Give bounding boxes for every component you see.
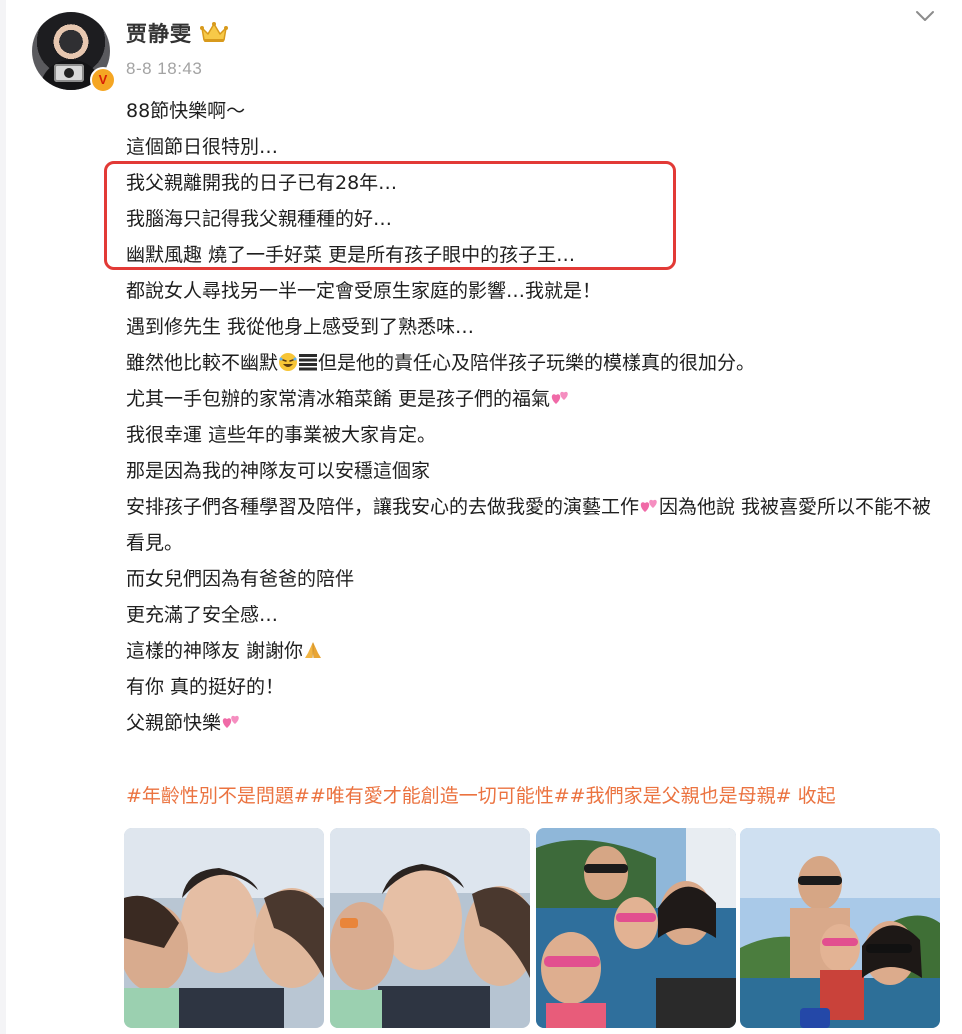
photo-3[interactable] — [536, 828, 736, 1028]
left-strip — [0, 0, 6, 1034]
post-line: 88節快樂啊～ — [126, 100, 246, 122]
post-timestamp: 8-8 18:43 — [126, 59, 203, 78]
collapse-link[interactable]: 收起 — [792, 785, 836, 807]
chevron-down-icon[interactable] — [914, 8, 936, 24]
post-line: 有你 真的挺好的！ — [126, 676, 285, 698]
photo-4[interactable] — [740, 828, 940, 1028]
verified-badge-icon: V — [90, 67, 116, 93]
post-line: 都說女人尋找另一半一定會受原生家庭的影響…我就是！ — [126, 280, 602, 302]
photo-1[interactable] — [124, 828, 324, 1028]
post-line: 更充滿了安全感… — [126, 604, 279, 626]
photo-2[interactable] — [330, 828, 530, 1028]
crown-icon[interactable] — [199, 20, 229, 44]
two-hearts-emoji — [222, 715, 239, 728]
highlight-annotation-box — [104, 161, 676, 270]
post-line: 遇到修先生 我從他身上感受到了熟悉味… — [126, 316, 475, 338]
praying-hands-emoji — [305, 642, 322, 658]
black-bars-emoji — [299, 354, 318, 371]
camera-icon — [54, 64, 84, 82]
post-line: 而女兒們因為有爸爸的陪伴 — [126, 568, 355, 590]
rofl-emoji — [279, 353, 298, 371]
hashtag-line[interactable]: #年齡性別不是問題##唯有愛才能創造一切可能性##我們家是父親也是母親# 收起 — [126, 778, 836, 814]
two-hearts-emoji — [640, 499, 657, 512]
two-hearts-emoji — [551, 391, 568, 404]
post-line: 父親節快樂 — [126, 705, 944, 741]
photo-grid — [124, 828, 940, 1028]
hashtags[interactable]: #年齡性別不是問題##唯有愛才能創造一切可能性##我們家是父親也是母親# — [126, 785, 792, 807]
post-line: 這個節日很特別… — [126, 136, 279, 158]
post-line: 尤其一手包辦的家常清冰箱菜餚 更是孩子們的福氣 — [126, 381, 944, 417]
username[interactable]: 贾静雯 — [126, 18, 192, 48]
post-line: 安排孩子們各種學習及陪伴，讓我安心的去做我愛的演藝工作 因為他說 我被喜愛所以不能… — [126, 496, 932, 554]
post-line: 這樣的神隊友 謝謝你 — [126, 633, 944, 669]
post-line: 我很幸運 這些年的事業被大家肯定。 — [126, 424, 437, 446]
post-line: 雖然他比較不幽默 但是他的責任心及陪伴孩子玩樂的模樣真的很加分。 — [126, 352, 756, 374]
post-line: 那是因為我的神隊友可以安穩這個家 — [126, 460, 431, 482]
